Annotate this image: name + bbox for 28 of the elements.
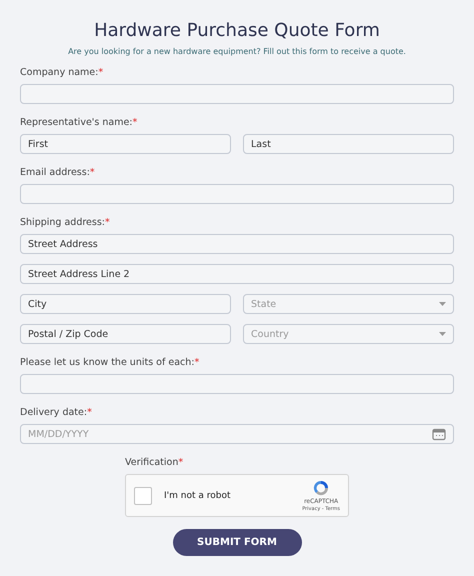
form-subtitle: Are you looking for a new hardware equipment? Fill out this form to receive a quote.	[67, 47, 407, 56]
input-field[interactable]	[20, 84, 454, 104]
form-title: Hardware Purchase Quote Form	[93, 20, 381, 41]
input-field[interactable]: Street Address	[20, 234, 454, 254]
captcha-text: I'm not a robot	[164, 490, 232, 500]
field-label: Shipping address:*	[20, 216, 111, 230]
input-field[interactable]: City	[20, 294, 231, 314]
input-field[interactable]: Street Address Line 2	[20, 264, 454, 284]
input-field[interactable]	[20, 184, 454, 204]
field-label: Representative's name:*	[20, 116, 138, 130]
field-label: Company name:*	[20, 66, 104, 80]
input-field[interactable]	[20, 374, 454, 394]
field-label: Email address:*	[20, 166, 96, 180]
select-field[interactable]: State	[243, 294, 454, 314]
field-label: Verification*	[125, 456, 184, 470]
submit-button[interactable]: SUBMIT FORM	[172, 529, 302, 556]
input-field[interactable]: First	[20, 134, 231, 154]
field-label: Please let us know the units of each:*	[20, 356, 200, 370]
caret-icon	[439, 302, 446, 306]
field-label: Delivery date:*	[20, 406, 93, 420]
checkbox[interactable]	[134, 486, 152, 504]
captcha-logo-icon	[312, 479, 330, 497]
select-field[interactable]: Country	[243, 324, 454, 344]
date-field[interactable]: MM/DD/YYYY	[20, 424, 454, 444]
input-field[interactable]: Last	[243, 134, 454, 154]
input-field[interactable]: Postal / Zip Code	[20, 324, 231, 344]
caret-icon	[439, 332, 446, 336]
calendar-icon	[432, 428, 446, 440]
